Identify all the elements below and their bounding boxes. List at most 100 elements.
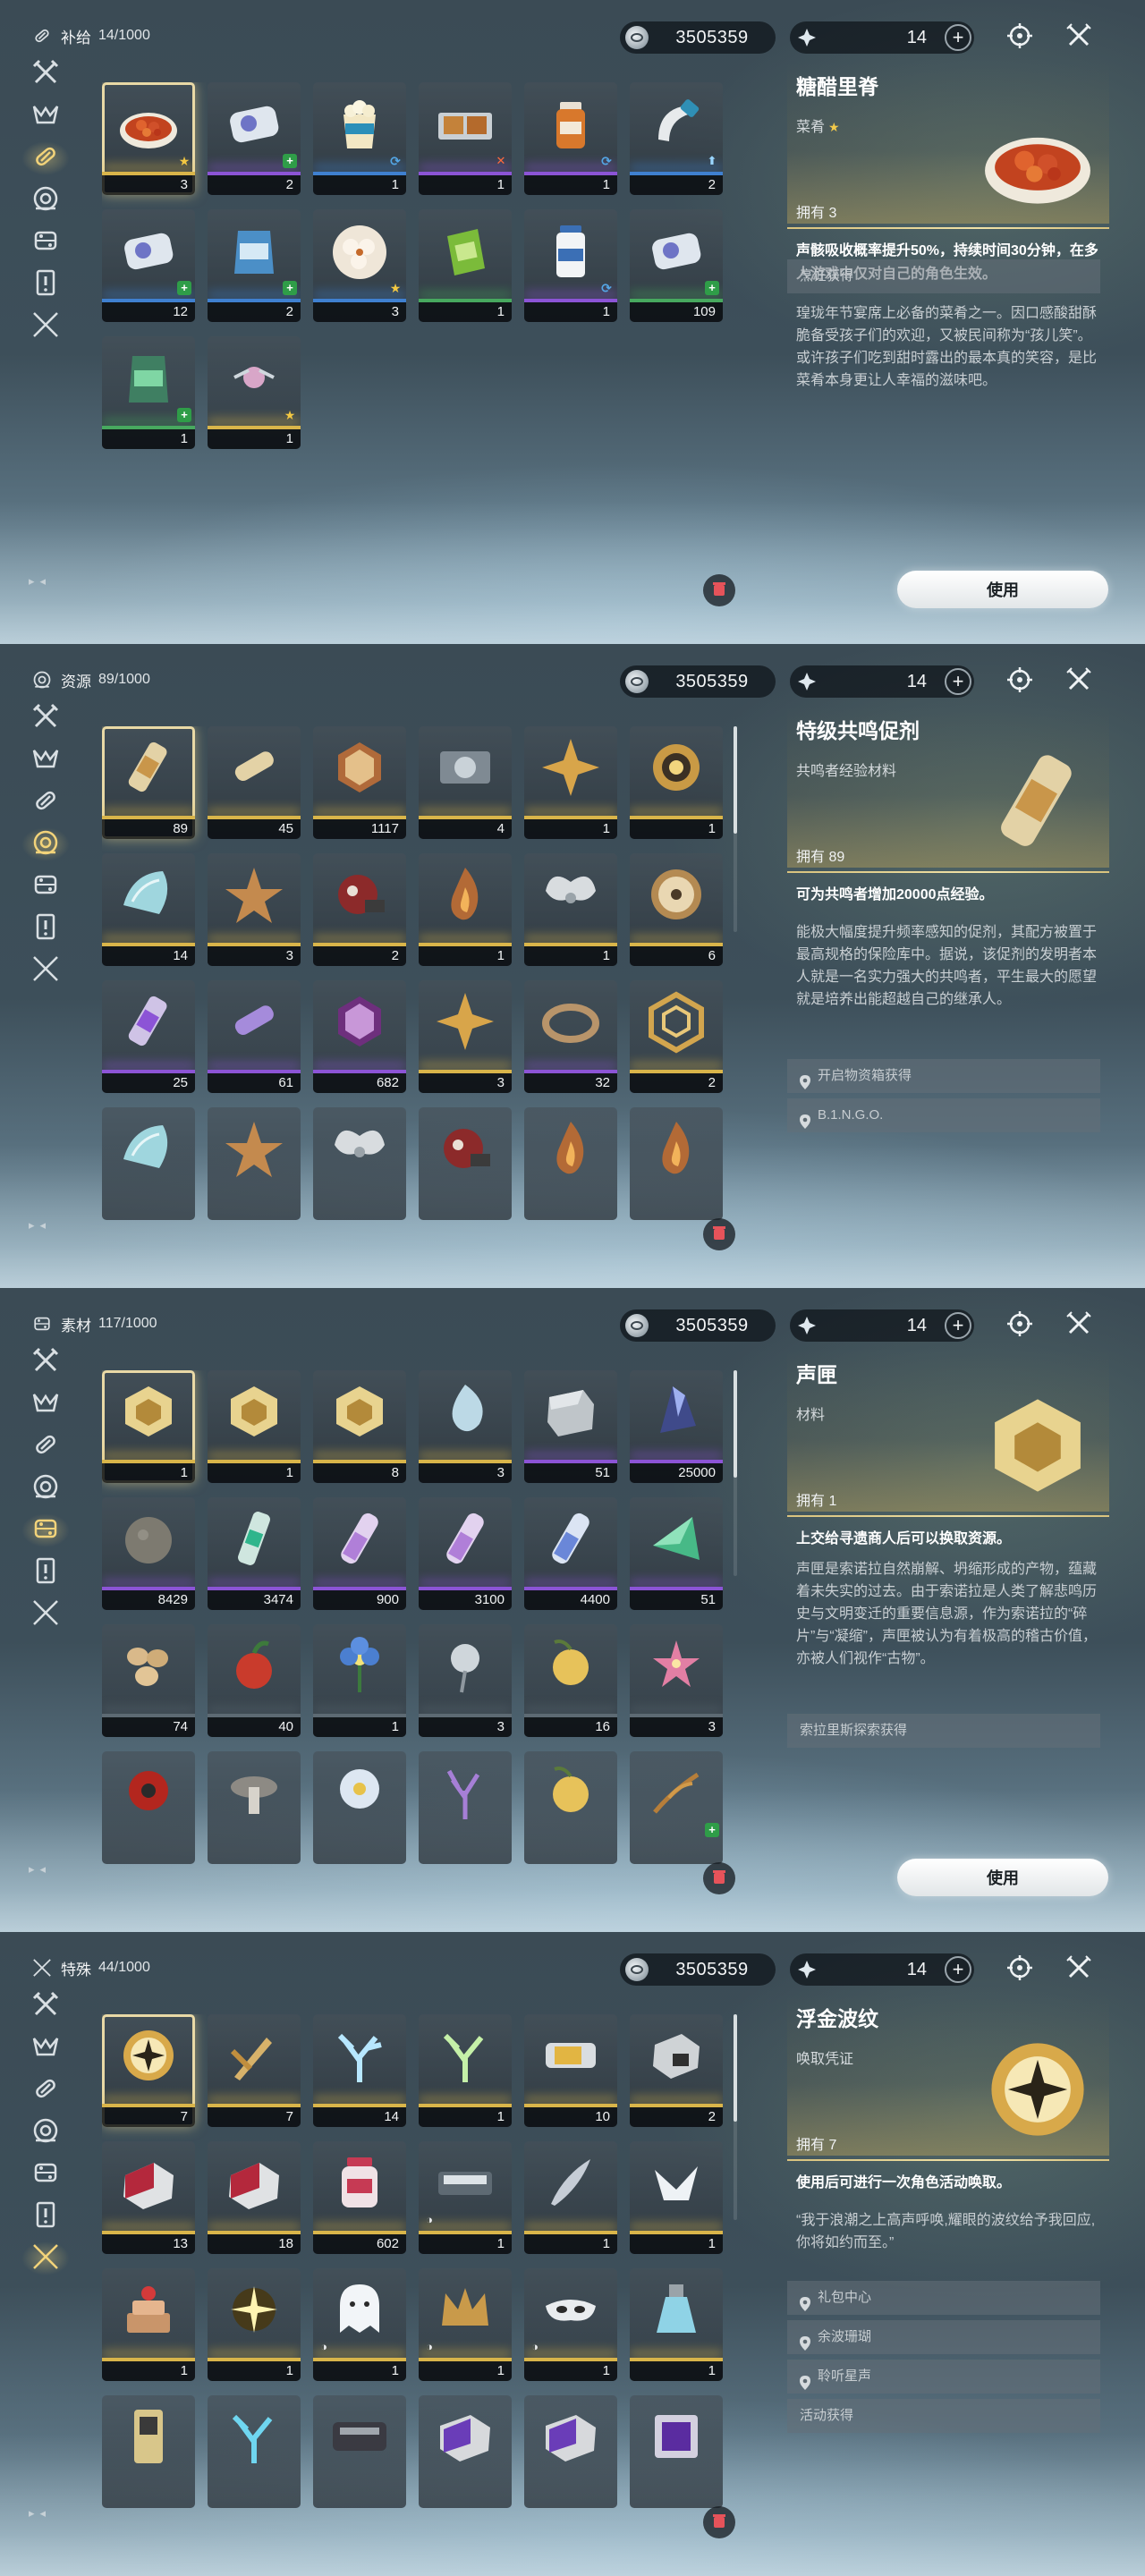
item-slot[interactable]: 8429 <box>102 1497 195 1610</box>
item-slot[interactable]: 4400 <box>524 1497 617 1610</box>
discard-button[interactable] <box>703 2506 735 2538</box>
target-button[interactable] <box>1002 1308 1038 1343</box>
special-tab[interactable] <box>25 950 66 991</box>
item-slot[interactable]: 1 <box>419 209 512 322</box>
scrollbar-thumb[interactable] <box>734 2014 737 2122</box>
item-slot[interactable]: 13 <box>102 2141 195 2254</box>
echo-tab[interactable] <box>25 740 66 781</box>
source-entry[interactable]: 开启物资箱获得 <box>787 1059 1100 1093</box>
item-slot-selected[interactable]: 89 <box>102 726 195 839</box>
item-slot[interactable]: 3100 <box>419 1497 512 1610</box>
close-button[interactable] <box>1061 664 1097 699</box>
item-slot[interactable] <box>102 2395 195 2508</box>
item-slot[interactable]: 3474 <box>208 1497 301 1610</box>
weapon-tab[interactable] <box>25 698 66 739</box>
item-slot[interactable]: 25000 <box>630 1370 723 1483</box>
item-slot[interactable]: 1 ◑ <box>419 2141 512 2254</box>
item-slot[interactable] <box>313 1751 406 1864</box>
item-slot[interactable]: 1 ⟳ <box>524 209 617 322</box>
special-tab[interactable] <box>25 306 66 347</box>
supply-tab[interactable] <box>25 1426 66 1467</box>
nav-more-icon[interactable]: ▸◂ <box>29 2506 51 2521</box>
item-slot[interactable]: 3 ★ <box>313 209 406 322</box>
item-slot[interactable]: 1 <box>102 2268 195 2381</box>
grid-scrollbar[interactable] <box>734 1370 737 1576</box>
nav-more-icon[interactable]: ▸◂ <box>29 1218 51 1233</box>
add-astrite-button[interactable]: + <box>945 1312 971 1339</box>
item-slot[interactable]: 2 ⬆ <box>630 82 723 195</box>
discard-button[interactable] <box>703 574 735 606</box>
item-slot[interactable]: + <box>630 1751 723 1864</box>
use-button[interactable]: 使用 <box>897 1859 1108 1896</box>
use-button[interactable]: 使用 <box>897 571 1108 608</box>
resource-tab[interactable] <box>25 180 66 221</box>
item-slot[interactable]: 1 <box>208 1370 301 1483</box>
item-slot[interactable]: 12 + <box>102 209 195 322</box>
source-entry[interactable]: 礼包中心 <box>787 2281 1100 2315</box>
item-slot[interactable] <box>208 1751 301 1864</box>
grid-scrollbar[interactable] <box>734 726 737 932</box>
item-slot[interactable]: 2 <box>630 980 723 1093</box>
item-slot[interactable]: 4 <box>419 726 512 839</box>
item-slot[interactable]: 900 <box>313 1497 406 1610</box>
item-slot[interactable]: 14 <box>313 2014 406 2127</box>
item-slot[interactable]: 1 ◑ <box>419 2268 512 2381</box>
item-slot[interactable]: 2 <box>313 853 406 966</box>
item-slot[interactable] <box>524 2395 617 2508</box>
item-slot[interactable]: 1117 <box>313 726 406 839</box>
item-slot[interactable]: 8 <box>313 1370 406 1483</box>
scrollbar-thumb[interactable] <box>734 726 737 834</box>
item-slot[interactable]: 18 <box>208 2141 301 2254</box>
supply-tab[interactable] <box>25 782 66 823</box>
resource-tab[interactable] <box>25 1468 66 1509</box>
discard-button[interactable] <box>703 1862 735 1894</box>
item-slot[interactable] <box>102 1107 195 1220</box>
item-slot[interactable]: 1 ⟳ <box>313 82 406 195</box>
item-slot[interactable]: 1 + <box>102 336 195 449</box>
item-slot[interactable]: 3 <box>419 1624 512 1737</box>
quest-item-tab[interactable] <box>25 2196 66 2237</box>
target-button[interactable] <box>1002 1952 1038 1987</box>
item-slot[interactable]: 1 ★ <box>208 336 301 449</box>
supply-tab[interactable] <box>21 138 70 179</box>
item-slot[interactable]: 1 <box>630 2141 723 2254</box>
item-slot[interactable] <box>208 2395 301 2508</box>
material-tab[interactable] <box>25 222 66 263</box>
item-slot[interactable]: 602 <box>313 2141 406 2254</box>
item-slot[interactable]: 40 <box>208 1624 301 1737</box>
item-slot-selected[interactable]: 7 <box>102 2014 195 2127</box>
item-slot[interactable] <box>208 1107 301 1220</box>
nav-more-icon[interactable]: ▸◂ <box>29 574 51 589</box>
quest-item-tab[interactable] <box>25 1552 66 1593</box>
item-slot[interactable]: 3 <box>419 980 512 1093</box>
item-slot[interactable]: 1 ✕ <box>419 82 512 195</box>
item-slot[interactable]: 3 <box>208 853 301 966</box>
special-tab[interactable] <box>25 1594 66 1635</box>
resource-tab[interactable] <box>21 824 70 865</box>
item-slot[interactable] <box>419 1107 512 1220</box>
item-slot[interactable]: 682 <box>313 980 406 1093</box>
item-slot-selected[interactable]: 1 <box>102 1370 195 1483</box>
echo-tab[interactable] <box>25 96 66 137</box>
source-entry[interactable]: 余波珊瑚 <box>787 2320 1100 2354</box>
material-tab[interactable] <box>25 2154 66 2195</box>
item-slot[interactable]: 109 + <box>630 209 723 322</box>
item-slot[interactable]: 1 <box>208 2268 301 2381</box>
item-slot[interactable]: 1 <box>313 1624 406 1737</box>
grid-scrollbar[interactable] <box>734 2014 737 2220</box>
nav-more-icon[interactable]: ▸◂ <box>29 1862 51 1877</box>
close-button[interactable] <box>1061 1952 1097 1987</box>
item-slot[interactable]: 2 + <box>208 82 301 195</box>
item-slot[interactable]: 1 <box>419 853 512 966</box>
material-tab[interactable] <box>25 866 66 907</box>
quest-item-tab[interactable] <box>25 908 66 949</box>
supply-tab[interactable] <box>25 2070 66 2111</box>
resource-tab[interactable] <box>25 2112 66 2153</box>
item-slot[interactable] <box>419 2395 512 2508</box>
item-slot[interactable] <box>630 1107 723 1220</box>
weapon-tab[interactable] <box>25 54 66 95</box>
echo-tab[interactable] <box>25 2028 66 2069</box>
quest-item-tab[interactable] <box>25 264 66 305</box>
item-slot[interactable] <box>102 1751 195 1864</box>
item-slot[interactable]: 16 <box>524 1624 617 1737</box>
